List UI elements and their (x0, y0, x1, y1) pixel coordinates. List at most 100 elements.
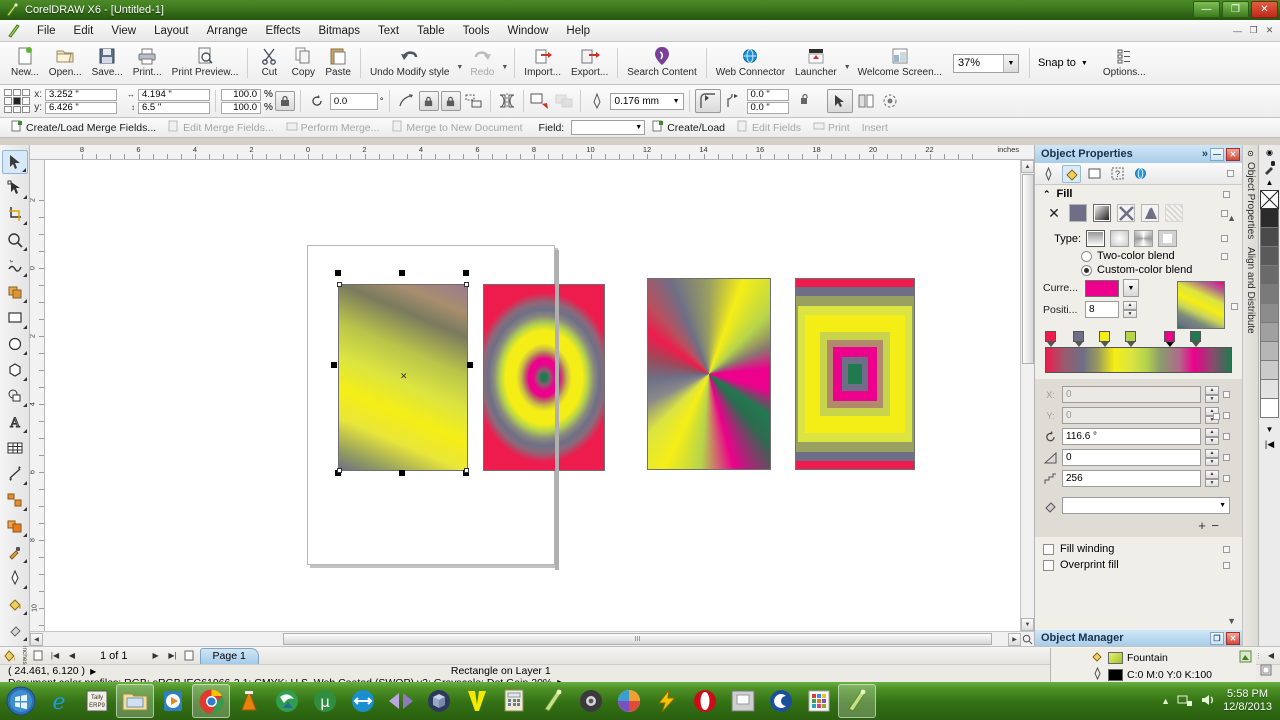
blend-flyout-icon[interactable] (22, 533, 27, 537)
page-scroll-left-button[interactable]: ◀ (1264, 649, 1278, 663)
launcher-dropdown-caret-icon[interactable]: ▼ (842, 64, 853, 71)
prev-page-button[interactable]: ◀ (65, 649, 79, 663)
palette-swatch-10[interactable] (1260, 399, 1279, 418)
gradient-node-3[interactable] (1125, 331, 1136, 342)
fill-node-end-2[interactable] (464, 468, 469, 473)
interactive-fill-flyout-icon[interactable] (22, 637, 27, 641)
fill-winding-dot[interactable] (1223, 545, 1230, 553)
palette-scroll-up-icon[interactable]: ◉ (1261, 145, 1278, 160)
mirror-v-button[interactable] (440, 91, 461, 111)
palette-swatch-none[interactable] (1260, 190, 1279, 209)
palette-expand-icon[interactable]: |◀ (1261, 437, 1278, 452)
object-height-input[interactable]: 6.5 " (138, 101, 210, 114)
menu-item-bitmaps[interactable]: Bitmaps (309, 22, 369, 40)
printer-icon[interactable] (724, 684, 762, 718)
order-icon[interactable] (463, 90, 485, 112)
edit-corners-together-icon[interactable] (795, 90, 817, 112)
vegas-icon[interactable] (458, 684, 496, 718)
fountain-fill-button[interactable] (1093, 204, 1111, 222)
linear-type-button[interactable] (1086, 230, 1105, 247)
toolbar-welcome-screen-button[interactable]: Welcome Screen... (853, 43, 947, 84)
scallop-corner-icon[interactable] (723, 90, 745, 112)
vertical-scroll-thumb[interactable] (1021, 174, 1034, 364)
page-tab-1[interactable]: Page 1 (199, 647, 259, 664)
last-page-button[interactable]: ▶| (166, 649, 180, 663)
uniform-fill-button[interactable] (1069, 204, 1087, 222)
insert-button[interactable]: Insert (857, 121, 893, 135)
overprint-fill-row[interactable]: Overprint fill (1035, 557, 1242, 573)
custom-color-blend-row[interactable]: Custom-color blend (1035, 263, 1242, 277)
edit-fields-button[interactable]: Edit Fields (732, 119, 806, 136)
snap-to-button[interactable]: Snap to ▼ (1034, 57, 1092, 69)
toolbar-launcher-button[interactable]: Launcher (790, 43, 842, 84)
type-row-dot[interactable] (1221, 235, 1228, 242)
internet-tab[interactable] (1131, 165, 1150, 183)
redo-dropdown-caret-icon[interactable]: ▼ (499, 64, 510, 71)
shape-flyout-icon[interactable] (22, 195, 27, 199)
object-manager-title-bar[interactable]: Object Manager ❐ ✕ (1035, 630, 1242, 646)
texture-fill-button[interactable] (1141, 204, 1159, 222)
create-load-button[interactable]: Create/Load (647, 119, 730, 136)
current-color-dropdown[interactable]: ▼ (1123, 279, 1139, 297)
palette-swatch-0[interactable] (1260, 209, 1279, 228)
docker-scroll-up-icon[interactable]: ▲ (1227, 213, 1236, 223)
pick-flyout-icon[interactable] (21, 168, 26, 172)
overprint-fill-dot[interactable] (1223, 561, 1230, 569)
rotation-angle-input[interactable]: 0.0 (329, 92, 378, 110)
winamp-icon[interactable] (648, 684, 686, 718)
toolbar-options-button[interactable]: Options... (1098, 43, 1151, 84)
current-color-swatch[interactable] (1085, 279, 1119, 297)
system-clock[interactable]: 5:58 PM 12/8/2013 (1223, 688, 1272, 714)
text-flyout-icon[interactable] (22, 429, 27, 433)
start-button[interactable] (2, 684, 40, 718)
square-type-button[interactable] (1158, 230, 1177, 247)
tool-outline-pen[interactable] (2, 566, 28, 590)
tool-pick[interactable] (1, 150, 28, 174)
tool-connector[interactable] (2, 488, 28, 512)
coordinates-expand-icon[interactable]: ▶ (85, 667, 96, 676)
tool-ellipse[interactable] (2, 332, 28, 356)
eyedropper-flyout-icon[interactable] (22, 559, 27, 563)
gradient-node-bar[interactable] (1045, 331, 1232, 347)
two-color-dot[interactable] (1221, 252, 1228, 260)
coreldraw-icon[interactable] (534, 684, 572, 718)
palette-swatch-5[interactable] (1260, 304, 1279, 323)
freehand-flyout-icon[interactable] (22, 273, 27, 277)
toolbar-search-content-button[interactable]: Search Content (622, 43, 702, 84)
wrap-text-icon[interactable] (855, 90, 877, 112)
offset-x-input[interactable]: 0 (1062, 386, 1201, 403)
outline-width-combo[interactable]: 0.176 mm ▼ (609, 92, 684, 110)
tool-table[interactable] (2, 436, 28, 460)
collapse-chevron-icon[interactable]: ⌃ (1043, 189, 1051, 200)
object-manager-expand-icon[interactable] (1239, 650, 1252, 666)
conical-type-button[interactable] (1134, 230, 1153, 247)
zoom-flyout-icon[interactable] (22, 247, 27, 251)
document-window-controls[interactable]: — ❐ ✕ (1230, 24, 1280, 38)
zoom-dropdown-caret-icon[interactable]: ▼ (1002, 54, 1018, 72)
palette-swatch-8[interactable] (1260, 361, 1279, 380)
tool-blend[interactable] (2, 514, 28, 538)
angle-spinner[interactable]: ▲ ▼ (1205, 428, 1219, 445)
round-corner-button[interactable] (694, 89, 721, 113)
canvas-vertical-scrollbar[interactable]: ▲ ▼ (1020, 160, 1034, 631)
corner-radius-a-input[interactable]: 0.0 " (746, 88, 789, 101)
side-tab-object-properties[interactable]: Object Properties (1245, 158, 1256, 243)
two-color-blend-radio[interactable] (1081, 250, 1092, 262)
position-x-input[interactable]: 3.252 " (45, 88, 117, 101)
palette-swatch-3[interactable] (1260, 266, 1279, 285)
dimension-flyout-icon[interactable] (22, 481, 27, 485)
anchor-point-selector[interactable] (4, 89, 30, 113)
outline-tab[interactable] (1039, 165, 1058, 183)
scroll-up-button[interactable]: ▲ (1021, 160, 1034, 173)
side-tab-align-distribute[interactable]: Align and Distribute (1245, 243, 1256, 338)
ramp-dot[interactable] (1213, 413, 1220, 420)
tool-text[interactable]: A (2, 410, 28, 434)
object-manager-close-button[interactable]: ✕ (1226, 631, 1240, 645)
vlc-player-icon[interactable] (230, 684, 268, 718)
postscript-fill-button[interactable] (1165, 204, 1183, 222)
fill-node-start[interactable] (337, 282, 342, 287)
tally-erp9-icon[interactable]: Tally ERP9 (78, 684, 116, 718)
selection-handle-w[interactable] (331, 362, 337, 368)
toolbar-new-button[interactable]: New... (6, 43, 44, 84)
gradient-angle-input[interactable]: 116.6 ° (1062, 428, 1201, 445)
